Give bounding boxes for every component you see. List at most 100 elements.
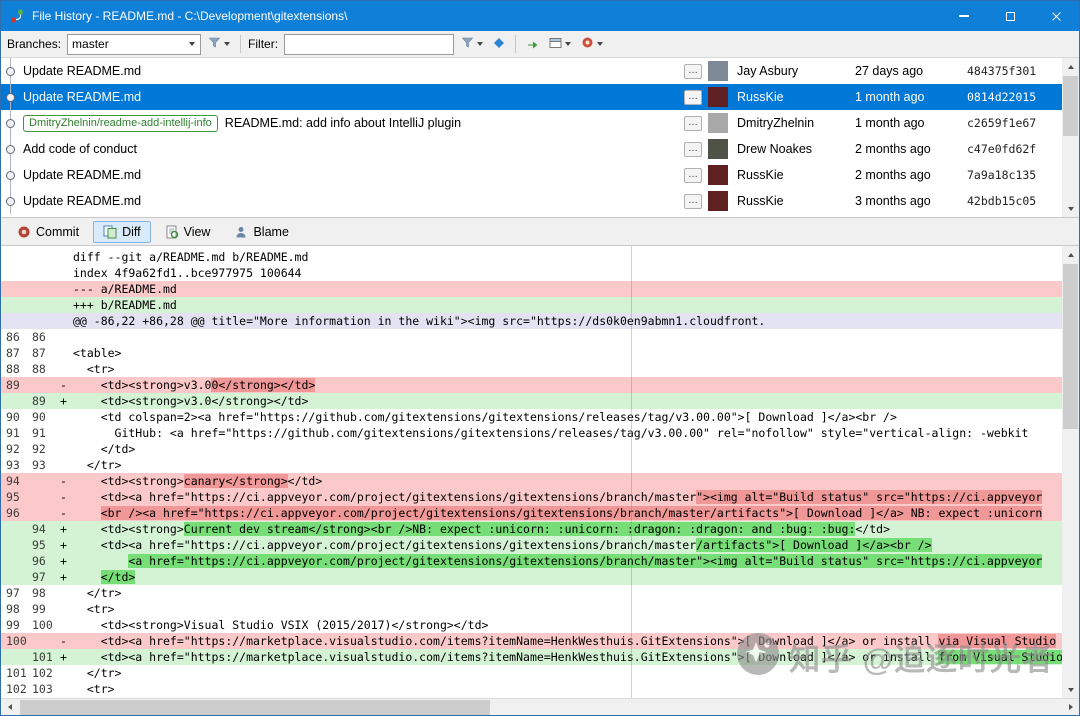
old-line-number xyxy=(1,281,27,297)
commit-actions-button[interactable]: … xyxy=(684,194,702,209)
maximize-button[interactable] xyxy=(987,1,1033,31)
old-line-number: 91 xyxy=(1,425,27,441)
scroll-down-button[interactable] xyxy=(1062,681,1079,698)
new-line-number xyxy=(27,297,57,313)
commit-message-text: Update README.md xyxy=(23,64,141,78)
diff-text: <tr> xyxy=(73,361,1062,377)
branch-combo[interactable] xyxy=(67,34,201,55)
new-line-number: 90 xyxy=(27,409,57,425)
tab-view[interactable]: View xyxy=(155,221,221,243)
diff-line: 101102 </tr> xyxy=(1,665,1062,681)
new-line-number xyxy=(27,377,57,393)
close-button[interactable] xyxy=(1033,1,1079,31)
maximize-icon xyxy=(1006,12,1015,21)
commit-actions-button[interactable]: … xyxy=(684,64,702,79)
scroll-down-button[interactable] xyxy=(1062,200,1079,217)
commit-row[interactable]: Add code of conduct…Drew Noakes2 months … xyxy=(1,136,1062,162)
diff-sign xyxy=(57,601,73,617)
commit-actions-button[interactable]: … xyxy=(684,168,702,183)
new-line-number: 87 xyxy=(27,345,57,361)
commit-row[interactable]: Update README.md…RussKie1 month ago0814d… xyxy=(1,84,1062,110)
tab-blame[interactable]: Blame xyxy=(224,221,298,243)
diff-sign: - xyxy=(57,377,73,393)
script-runner-button[interactable] xyxy=(578,33,606,55)
scroll-thumb[interactable] xyxy=(1063,264,1078,429)
commit-row[interactable]: DmitryZhelnin/readme-add-intellij-infoRE… xyxy=(1,110,1062,136)
scroll-right-button[interactable] xyxy=(1062,699,1079,716)
commit-date: 1 month ago xyxy=(855,90,967,104)
filter-input[interactable] xyxy=(284,34,454,55)
new-line-number: 86 xyxy=(27,329,57,345)
diff-text: <td><a href="https://ci.appveyor.com/pro… xyxy=(73,489,1062,505)
tab-label: View xyxy=(184,225,211,239)
scroll-thumb[interactable] xyxy=(20,700,490,715)
scroll-left-button[interactable] xyxy=(1,699,18,716)
old-line-number xyxy=(1,537,27,553)
diff-line: index 4f9a62fd1..bce977975 100644 xyxy=(1,265,1062,281)
commit-hash: 7a9a18c135 xyxy=(967,168,1062,182)
commit-author: Drew Noakes xyxy=(737,142,855,156)
new-line-number: 100 xyxy=(27,617,57,633)
file-history-window: File History - README.md - C:\Developmen… xyxy=(0,0,1080,716)
scroll-up-button[interactable] xyxy=(1062,246,1079,263)
new-line-number: 95 xyxy=(27,537,57,553)
chevron-down-icon xyxy=(597,42,603,46)
diff-line: @@ -86,22 +86,28 @@ title="More informat… xyxy=(1,313,1062,329)
commit-row[interactable]: Update README.md…Jay Asbury27 days ago48… xyxy=(1,58,1062,84)
branch-filter-button[interactable] xyxy=(205,33,233,55)
scroll-up-button[interactable] xyxy=(1062,58,1079,75)
diff-line: --- a/README.md xyxy=(1,281,1062,297)
minimize-button[interactable] xyxy=(941,1,987,31)
diff-text: </td> xyxy=(73,441,1062,457)
diff-text xyxy=(73,329,1062,345)
tab-label: Diff xyxy=(122,225,141,239)
scroll-track[interactable] xyxy=(18,699,1062,716)
old-line-number: 94 xyxy=(1,473,27,489)
goto-commit-button[interactable] xyxy=(523,33,542,55)
commit-actions-button[interactable]: … xyxy=(684,142,702,157)
scroll-thumb[interactable] xyxy=(1063,76,1078,136)
commit-date: 2 months ago xyxy=(855,168,967,182)
branch-combo-dropdown-button[interactable] xyxy=(183,35,200,54)
old-line-number: 101 xyxy=(1,665,27,681)
commit-actions-button[interactable]: … xyxy=(684,90,702,105)
filter-options-button[interactable] xyxy=(458,33,486,55)
arrow-down-icon xyxy=(1068,207,1074,211)
chevron-down-icon xyxy=(189,42,195,46)
branch-input[interactable] xyxy=(68,37,183,51)
view-options-button[interactable] xyxy=(546,33,574,55)
old-line-number xyxy=(1,393,27,409)
tab-commit[interactable]: Commit xyxy=(7,221,89,243)
diff-text: <td><strong>v3.0</strong></td> xyxy=(73,393,1062,409)
branch-label[interactable]: DmitryZhelnin/readme-add-intellij-info xyxy=(23,115,218,132)
commit-actions-button[interactable]: … xyxy=(684,116,702,131)
diff-sign xyxy=(57,585,73,601)
avatar xyxy=(708,165,728,185)
blame-icon xyxy=(234,225,248,239)
commit-list-scrollbar[interactable] xyxy=(1062,58,1079,217)
diff-line: 9393 </tr> xyxy=(1,457,1062,473)
commit-row[interactable]: Update README.md…RussKie3 months ago42bd… xyxy=(1,188,1062,214)
avatar xyxy=(708,191,728,211)
show-full-history-button[interactable] xyxy=(490,33,508,55)
diff-line: 99100 <td><strong>Visual Studio VSIX (20… xyxy=(1,617,1062,633)
toolbar: Branches: Filter: xyxy=(1,31,1079,58)
new-line-number xyxy=(27,249,57,265)
diff-sign: + xyxy=(57,537,73,553)
diff-text: <tr> xyxy=(73,601,1062,617)
tab-diff[interactable]: Diff xyxy=(93,221,151,243)
commit-row[interactable]: Update README.md…RussKie2 months ago7a9a… xyxy=(1,162,1062,188)
diff-sign: + xyxy=(57,553,73,569)
horizontal-scrollbar[interactable] xyxy=(1,698,1079,715)
diff-line: 96+ <a href="https://ci.appveyor.com/pro… xyxy=(1,553,1062,569)
toolbar-separator xyxy=(240,35,241,53)
diff-text: index 4f9a62fd1..bce977975 100644 xyxy=(73,265,1062,281)
diff-scrollbar[interactable] xyxy=(1062,246,1079,698)
old-line-number xyxy=(1,265,27,281)
old-line-number xyxy=(1,553,27,569)
new-line-number: 92 xyxy=(27,441,57,457)
graph-lane xyxy=(1,162,21,188)
old-line-number xyxy=(1,649,27,665)
commit-message-text: Update README.md xyxy=(23,194,141,208)
tab-strip: Commit Diff View Blame xyxy=(1,218,1079,246)
